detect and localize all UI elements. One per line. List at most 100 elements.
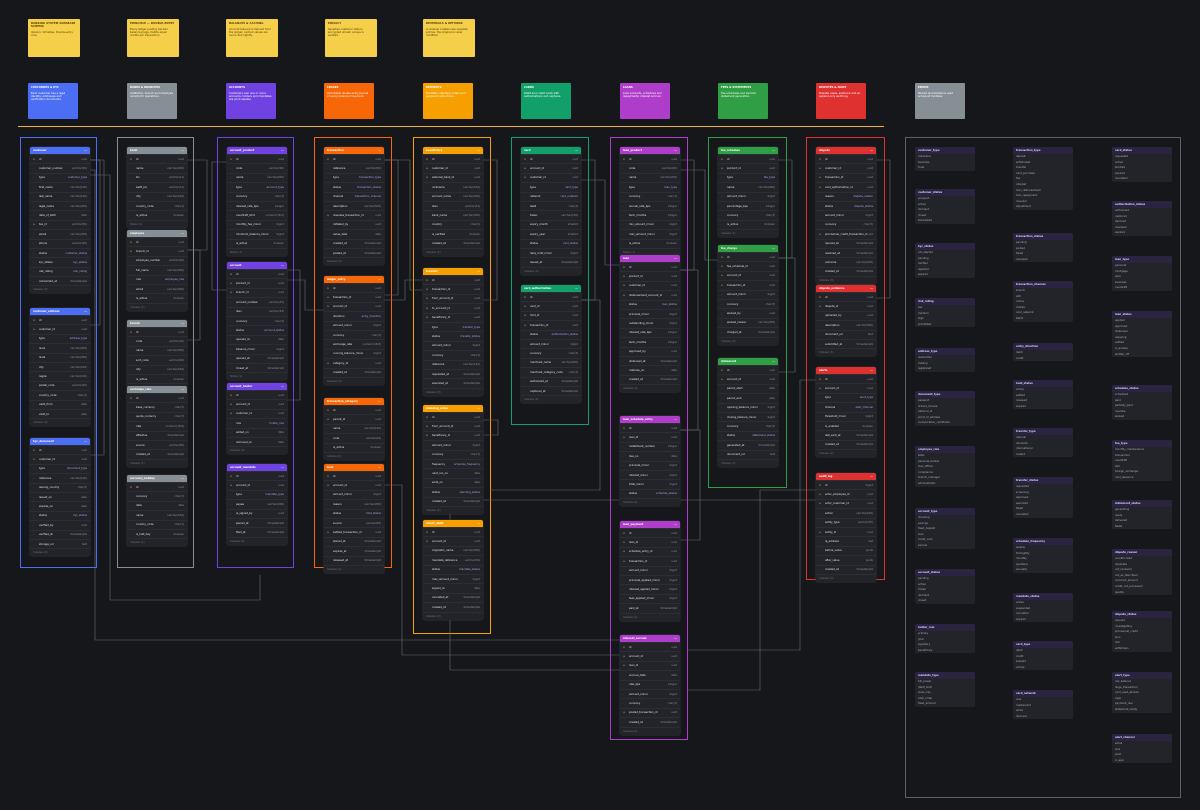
more-icon[interactable]: ⋯ xyxy=(674,635,677,642)
table-row[interactable]: ⚿ id uuid xyxy=(324,471,384,480)
more-icon[interactable]: ⋯ xyxy=(477,268,480,275)
table-row[interactable]: · closing_balance_minor bigint xyxy=(718,411,778,421)
table-row[interactable]: ⚿ id uuid xyxy=(227,269,287,278)
table-row[interactable]: ↔ from_account_id uuid xyxy=(423,293,483,303)
table-footer[interactable]: Indexes (2) xyxy=(30,548,90,556)
table-footer[interactable]: Indexes (3) xyxy=(324,376,384,385)
table-row[interactable]: · date date xyxy=(127,500,187,510)
table-row[interactable]: · amount_minor bigint xyxy=(620,565,680,575)
table-row[interactable]: · currency char(3) xyxy=(227,191,287,201)
table-row[interactable]: · created_at timestamptz xyxy=(127,449,187,458)
table-row[interactable]: ⚿ id uuid xyxy=(127,237,187,246)
table-row[interactable]: ⚿ id uuid xyxy=(620,528,680,537)
table-row[interactable]: · email varchar(200) xyxy=(30,229,90,238)
enum-box[interactable]: address_type residential mailing registered xyxy=(915,348,975,372)
table-row[interactable]: ⚿ id uuid xyxy=(324,283,384,292)
table-row[interactable]: · currency char(3) xyxy=(423,350,483,359)
entity-table[interactable]: customer ⋯ ⚿ id uuid · customer_number varchar(… xyxy=(30,147,90,294)
table-row[interactable]: · installment_number integer xyxy=(620,441,680,451)
table-row[interactable]: · effective timestamptz xyxy=(127,430,187,440)
table-row[interactable]: · country char(2) xyxy=(423,219,483,229)
table-row[interactable]: ↔ to_account_id uuid xyxy=(423,303,483,312)
table-row[interactable]: ⚿ id uuid xyxy=(30,154,90,163)
table-row[interactable]: · expires_on date xyxy=(30,501,90,510)
table-row[interactable]: · created_at timestamptz xyxy=(816,266,876,276)
table-row[interactable]: · status transaction_status xyxy=(324,182,384,191)
table-row[interactable]: ⚿ id uuid xyxy=(30,445,90,454)
table-row[interactable]: ↔ account_id uuid xyxy=(423,536,483,545)
table-header[interactable]: interest_accrual ⋯ xyxy=(620,635,680,642)
table-row[interactable]: · currency char(3) xyxy=(816,219,876,229)
table-header[interactable]: customer_address ⋯ xyxy=(30,308,90,315)
enum-box[interactable]: account_status pending active frozen dormant… xyxy=(915,569,975,604)
enum-box[interactable]: transaction_status pending posted failed rev… xyxy=(1013,233,1073,263)
entity-table[interactable]: transaction ⋯ ⚿ id uuid · reference varchar(50)… xyxy=(324,147,384,266)
table-row[interactable]: · outstanding_minor bigint xyxy=(620,318,680,327)
table-row[interactable]: · is_active boolean xyxy=(620,238,680,248)
table-row[interactable]: · waived_reason varchar(200) xyxy=(718,317,778,327)
table-row[interactable]: ⚿ id uuid xyxy=(423,275,483,284)
entity-table[interactable]: dispute ⋯ ⚿ id uuid ↔ customer_id uuid ↔ transact… xyxy=(816,147,876,285)
table-row[interactable]: · requested_at timestamptz xyxy=(423,368,483,378)
table-header[interactable]: beneficiary ⋯ xyxy=(423,147,483,154)
table-row[interactable]: ↔ actor_customer_id uuid xyxy=(816,498,876,508)
table-row[interactable]: · due_on date xyxy=(620,451,680,460)
table-row[interactable]: · currency char(3) xyxy=(620,698,680,707)
table-footer[interactable]: Notes (1) xyxy=(227,247,287,256)
entity-table[interactable]: currency_holiday ⋯ ⚿ id uuid · currency char(3)… xyxy=(127,475,187,547)
table-row[interactable]: · cancelled_at timestamptz xyxy=(423,592,483,602)
table-row[interactable]: · onboarded_at timestamptz xyxy=(30,276,90,285)
more-icon[interactable]: ⋯ xyxy=(281,147,284,154)
table-header[interactable]: dispute ⋯ xyxy=(816,147,876,154)
more-icon[interactable]: ⋯ xyxy=(181,386,184,393)
enum-box[interactable]: mandate_type full_power debit_limit view_on… xyxy=(915,672,975,707)
table-footer[interactable]: Indexes (3) xyxy=(324,257,384,265)
entity-table[interactable]: card_authorization ⋯ ⚿ id uuid ↔ card_id uuid ↔ h… xyxy=(521,285,581,404)
more-icon[interactable]: ⋯ xyxy=(772,358,775,365)
table-row[interactable]: · removed_on date xyxy=(227,436,287,446)
table-row[interactable]: · type transfer_type xyxy=(423,321,483,331)
more-icon[interactable]: ⋯ xyxy=(378,147,381,154)
table-row[interactable]: · description varchar(500) xyxy=(816,320,876,329)
table-row[interactable]: ↔ transaction_id uuid xyxy=(620,556,680,565)
table-row[interactable]: · status transfer_status xyxy=(423,331,483,340)
table-header[interactable]: loan_product ⋯ xyxy=(620,147,680,154)
table-row[interactable]: · waived_by uuid xyxy=(718,308,778,317)
table-row[interactable]: ↔ provisional_credit_transaction_id uuid xyxy=(816,229,876,238)
table-row[interactable]: · payee varchar(200) xyxy=(227,499,287,508)
table-row[interactable]: ↔ product_id uuid xyxy=(718,163,778,172)
table-footer[interactable]: Indexes (1) xyxy=(127,538,187,546)
table-row[interactable]: · sort_code varchar(20) xyxy=(127,355,187,364)
table-row[interactable]: ⚿ id uuid xyxy=(718,365,778,374)
table-row[interactable]: ↔ customer_id uuid xyxy=(227,408,287,418)
table-row[interactable]: · period_end date xyxy=(718,393,778,402)
table-row[interactable]: ↔ product_id uuid xyxy=(620,271,680,280)
table-row[interactable]: ↔ customer_id uuid xyxy=(521,172,581,182)
table-row[interactable]: · opened_at timestamptz xyxy=(227,353,287,363)
table-row[interactable]: · currency char(3) xyxy=(718,210,778,219)
table-row[interactable]: ↔ tax_id varchar(50) xyxy=(30,219,90,229)
table-row[interactable]: · reference varchar(50) xyxy=(324,163,384,172)
table-row[interactable]: · type fee_type xyxy=(718,172,778,182)
more-icon[interactable]: ⋯ xyxy=(674,147,677,154)
table-row[interactable]: · base_currency char(3) xyxy=(127,402,187,411)
table-row[interactable]: · approved_by uuid xyxy=(620,346,680,356)
table-row[interactable]: · issuing_country char(2) xyxy=(30,482,90,492)
table-footer[interactable]: Indexes (3) xyxy=(423,387,483,396)
table-row[interactable]: · currency char(3) xyxy=(227,315,287,325)
table-row[interactable]: ↔ account_id uuid xyxy=(227,480,287,489)
table-row[interactable]: · type alert_type xyxy=(816,392,876,402)
table-header[interactable]: account_holder ⋯ xyxy=(227,383,287,390)
more-icon[interactable]: ⋯ xyxy=(870,367,873,374)
table-row[interactable]: · type loan_type xyxy=(620,182,680,191)
table-row[interactable]: · value_date date xyxy=(324,229,384,238)
table-row[interactable]: · created_at timestamptz xyxy=(324,238,384,248)
table-row[interactable]: · period_start date xyxy=(718,383,778,393)
table-row[interactable]: · legal_name varchar(200) xyxy=(30,200,90,210)
table-row[interactable]: · fees_applied_minor bigint xyxy=(620,593,680,603)
table-row[interactable]: · monthly_fee_minor bigint xyxy=(227,219,287,229)
table-header[interactable]: audit_log ⋯ xyxy=(816,473,876,480)
table-row[interactable]: · is_half_day boolean xyxy=(127,528,187,538)
enum-box[interactable]: loan_type personal mortgage auto business ove… xyxy=(1112,256,1172,291)
table-row[interactable]: ↔ dispute_id uuid xyxy=(816,301,876,310)
